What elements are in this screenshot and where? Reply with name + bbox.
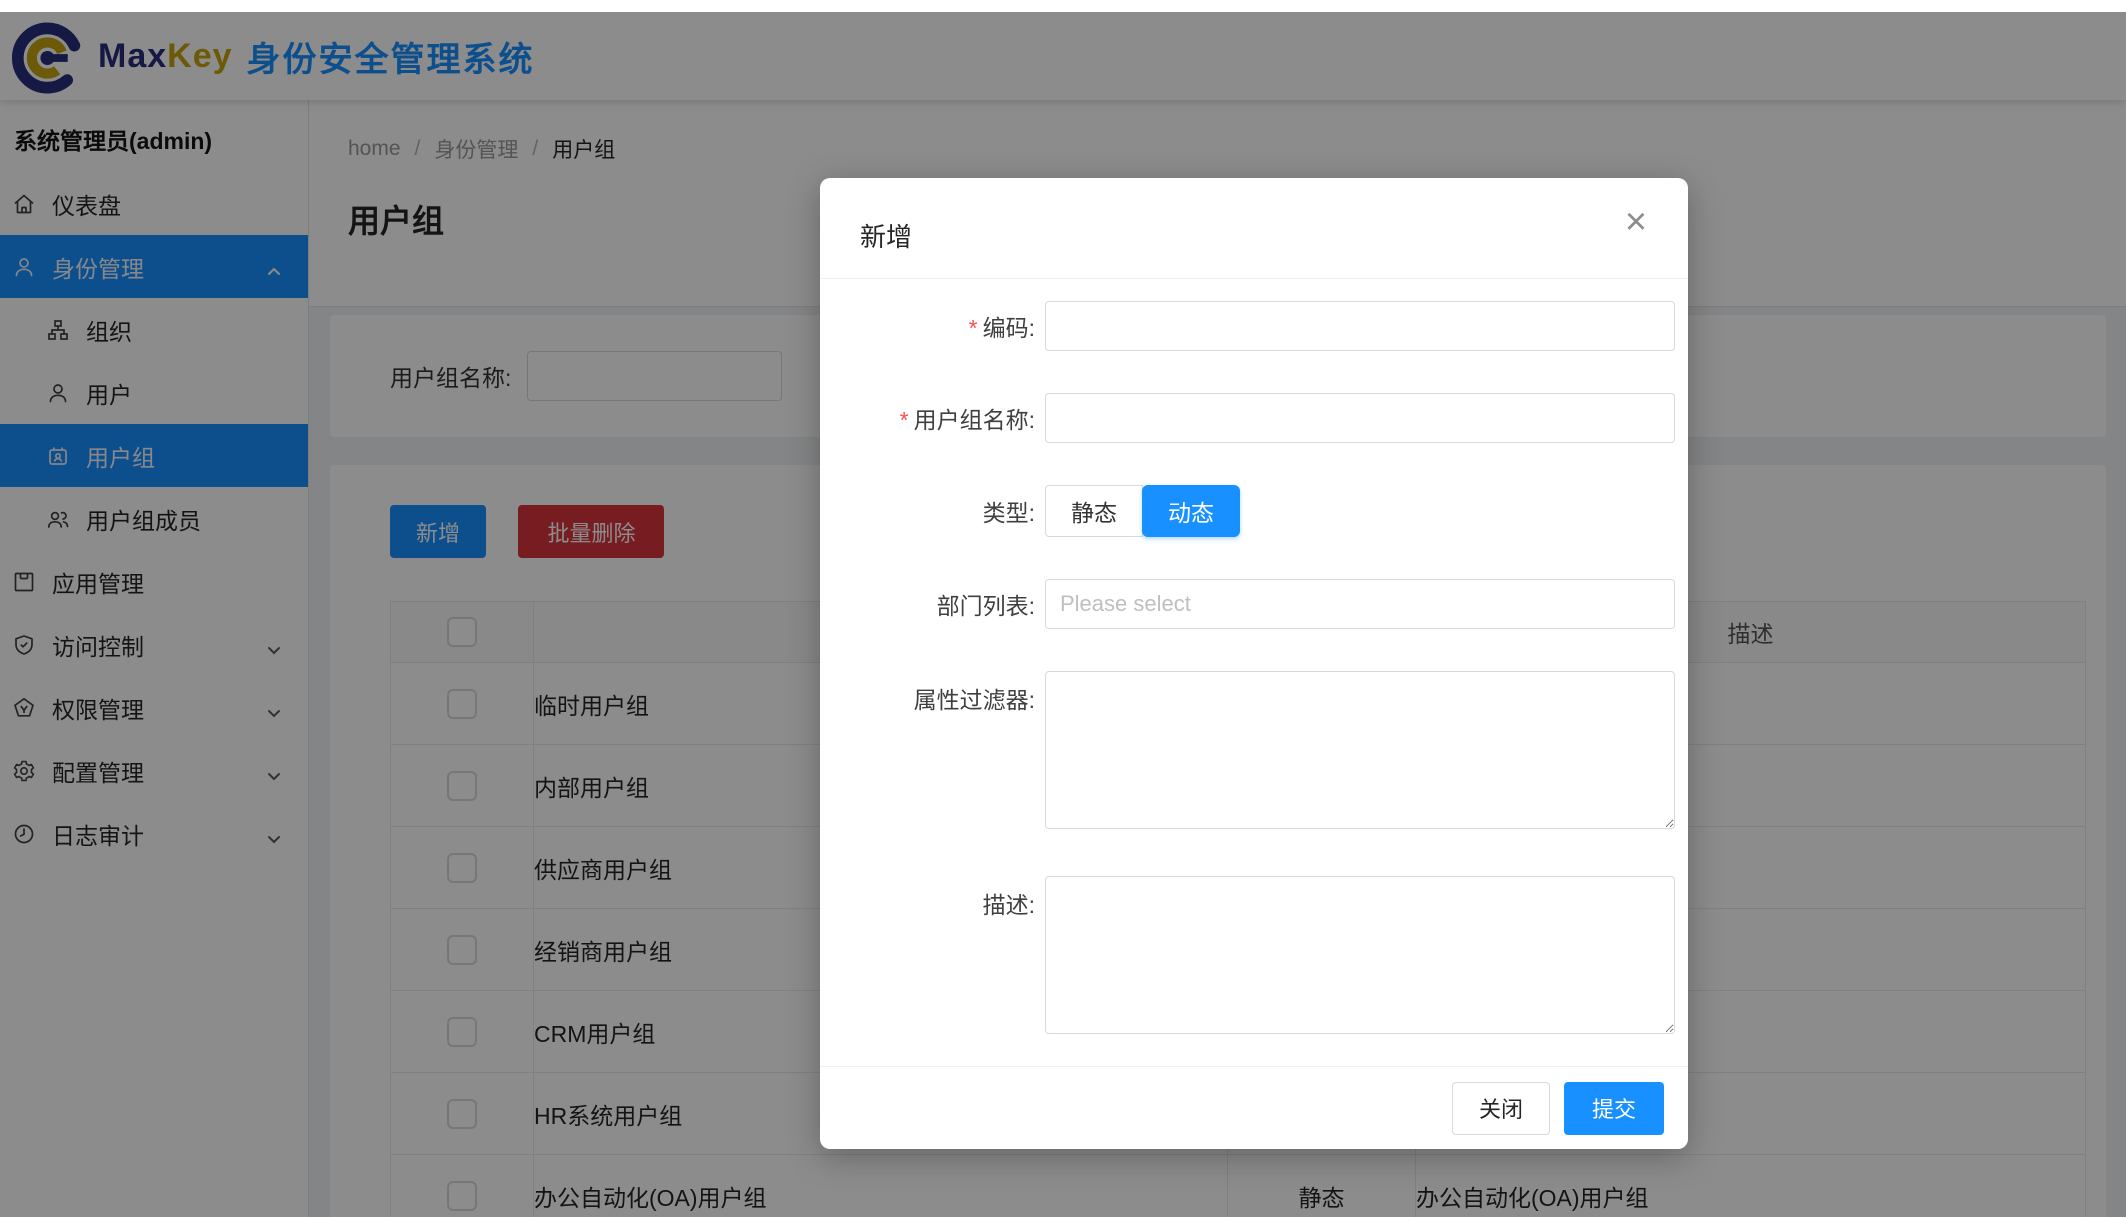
code-input[interactable] <box>1045 301 1675 351</box>
add-group-modal: 新增 × *编码: *用户组名称: 类型: 静态 动态 <box>820 178 1688 1149</box>
top-strip <box>0 0 2126 12</box>
required-mark: * <box>969 315 978 341</box>
close-icon[interactable]: × <box>1614 200 1658 244</box>
modal-close-button[interactable]: 关闭 <box>1452 1082 1550 1135</box>
desc-label: 描述: <box>820 876 1035 920</box>
form-row-code: *编码: <box>820 301 1648 351</box>
type-segmented-control: 静态 动态 <box>1045 485 1240 537</box>
type-label: 类型: <box>820 494 1035 528</box>
form-row-dept: 部门列表: <box>820 579 1648 629</box>
group-name-input[interactable] <box>1045 393 1675 443</box>
dept-select-input[interactable] <box>1045 579 1675 629</box>
modal-title: 新增 <box>860 222 1648 252</box>
type-option-dynamic[interactable]: 动态 <box>1142 485 1240 537</box>
screen: MaxKey 身份安全管理系统 系统管理员(admin) 仪表盘 身份管理 <box>0 0 2126 1217</box>
code-label: *编码: <box>820 309 1035 343</box>
required-mark: * <box>900 407 909 433</box>
description-textarea[interactable] <box>1045 876 1675 1034</box>
form-row-group-name: *用户组名称: <box>820 393 1648 443</box>
group-name-label: *用户组名称: <box>820 401 1035 435</box>
modal-header: 新增 × <box>820 178 1688 279</box>
modal-body: *编码: *用户组名称: 类型: 静态 动态 部门列表: <box>820 279 1688 1039</box>
form-row-desc: 描述: <box>820 876 1648 1039</box>
dept-label: 部门列表: <box>820 587 1035 621</box>
type-option-static[interactable]: 静态 <box>1045 485 1143 537</box>
attribute-filter-textarea[interactable] <box>1045 671 1675 829</box>
filter-label: 属性过滤器: <box>820 671 1035 715</box>
form-row-type: 类型: 静态 动态 <box>820 485 1648 537</box>
modal-footer: 关闭 提交 <box>820 1066 1688 1149</box>
modal-submit-button[interactable]: 提交 <box>1564 1082 1664 1135</box>
form-row-filter: 属性过滤器: <box>820 671 1648 834</box>
